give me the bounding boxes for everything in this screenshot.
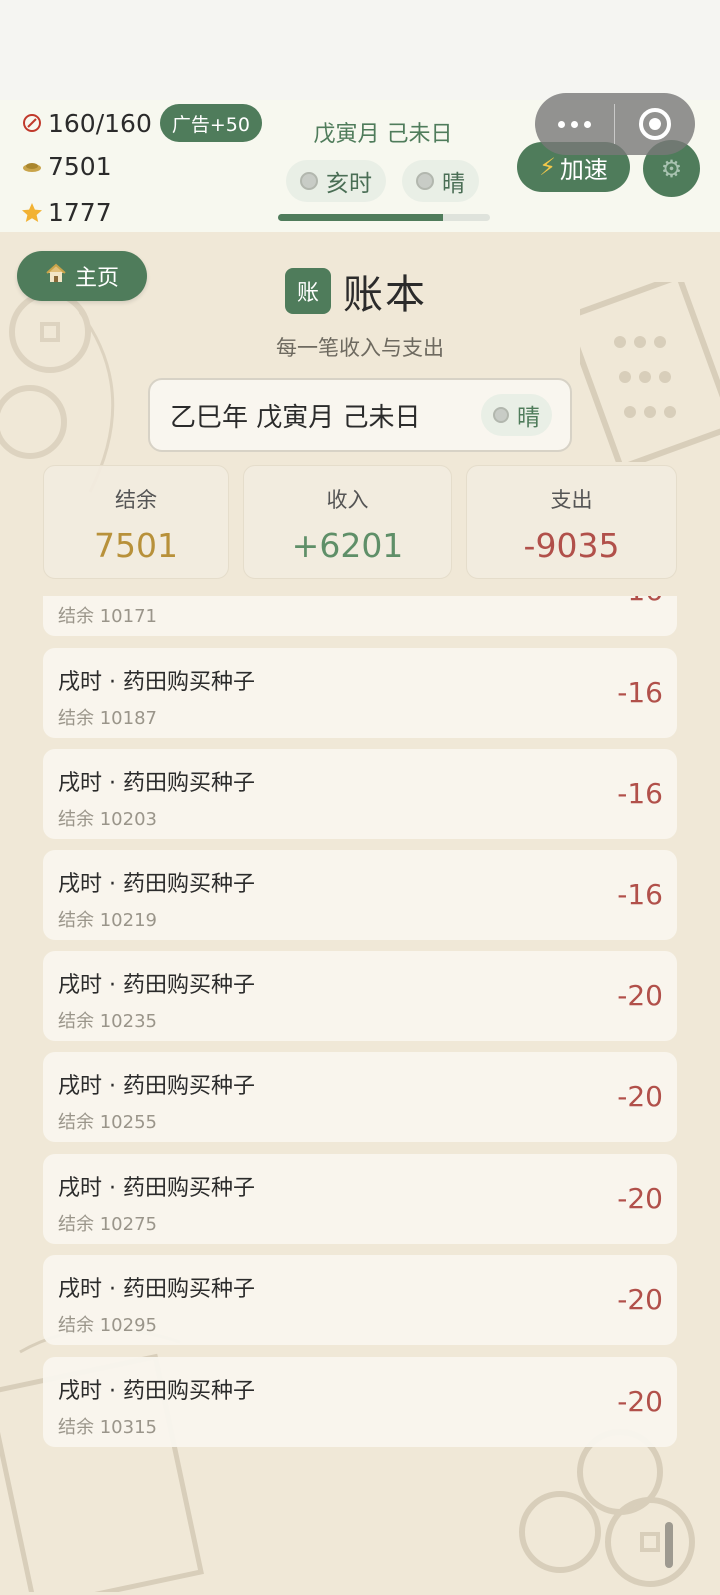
page-title: 账本 xyxy=(343,272,427,318)
list-item[interactable]: 戌时 · 药田购买种子 结余 10255 -20 xyxy=(43,1052,677,1142)
entry-description: 戌时 · 药田购买种子 xyxy=(58,1176,255,1201)
entry-amount: -16 xyxy=(617,596,663,607)
dot-icon xyxy=(558,120,565,128)
weather-icon xyxy=(493,407,509,423)
target-icon xyxy=(639,108,671,140)
hour-label: 亥时 xyxy=(326,171,372,197)
coins-value: 7501 xyxy=(48,152,112,181)
entry-balance: 结余 10187 xyxy=(58,708,157,729)
house-icon xyxy=(45,262,67,290)
dot-icon xyxy=(571,120,578,128)
time-progress-fill xyxy=(278,214,444,221)
more-menu-button[interactable] xyxy=(535,93,614,155)
star-icon xyxy=(20,201,44,225)
coins-display: 7501 xyxy=(20,152,112,181)
home-button[interactable]: 主页 xyxy=(17,251,147,301)
clock-icon xyxy=(300,172,318,190)
stamina-icon xyxy=(20,111,44,135)
abacus-decoration xyxy=(580,282,720,462)
ledger-entry-list[interactable]: 结余 10171 -16 戌时 · 药田购买种子 结余 10187 -16 戌时… xyxy=(43,596,677,1452)
system-top-area xyxy=(0,0,720,100)
entry-balance: 结余 10255 xyxy=(58,1112,157,1133)
home-label: 主页 xyxy=(74,266,119,291)
coin-icon xyxy=(20,155,44,179)
entry-description: 戌时 · 药田购买种子 xyxy=(58,1074,255,1099)
stars-value: 1777 xyxy=(48,198,112,227)
weather-icon xyxy=(416,172,434,190)
income-label: 收入 xyxy=(326,488,369,512)
entry-amount: -20 xyxy=(617,1182,663,1215)
ledger-badge: 账 xyxy=(285,268,331,314)
entry-balance: 结余 10295 xyxy=(58,1315,157,1336)
list-item[interactable]: 戌时 · 药田购买种子 结余 10203 -16 xyxy=(43,749,677,839)
entry-amount: -16 xyxy=(617,878,663,911)
mini-program-capsule xyxy=(535,93,695,155)
date-weather-label: 晴 xyxy=(517,405,540,431)
expense-card: 支出 -9035 xyxy=(466,465,677,579)
stars-display: 1777 xyxy=(20,198,112,227)
expense-value: -9035 xyxy=(523,526,620,565)
date-selector[interactable]: 乙巳年 戊寅月 己未日 晴 xyxy=(148,378,572,452)
entry-balance: 结余 10171 xyxy=(58,606,157,627)
dot-icon xyxy=(584,120,591,128)
entry-balance: 结余 10235 xyxy=(58,1011,157,1032)
entry-description: 戌时 · 药田购买种子 xyxy=(58,872,255,897)
entry-amount: -20 xyxy=(617,1283,663,1316)
balance-label: 结余 xyxy=(115,488,157,512)
income-card: 收入 +6201 xyxy=(243,465,452,579)
page-title-group: 账 账本 xyxy=(285,262,427,320)
entry-description: 戌时 · 药田购买种子 xyxy=(58,973,255,998)
entry-description: 戌时 · 药田购买种子 xyxy=(58,670,255,695)
entry-description: 戌时 · 药田购买种子 xyxy=(58,1277,255,1302)
entry-balance: 结余 10219 xyxy=(58,910,157,931)
stamina-display: 160/160 广告+50 xyxy=(20,104,262,142)
entry-balance: 结余 10203 xyxy=(58,809,157,830)
hour-chip: 亥时 xyxy=(286,160,386,202)
scrollbar[interactable] xyxy=(665,1522,673,1568)
expense-label: 支出 xyxy=(550,488,593,512)
entry-amount: -20 xyxy=(617,979,663,1012)
entry-amount: -20 xyxy=(617,1080,663,1113)
weather-chip: 晴 xyxy=(402,160,479,202)
list-item[interactable]: 戌时 · 药田购买种子 结余 10315 -20 xyxy=(43,1357,677,1447)
date-weather-chip: 晴 xyxy=(481,394,552,436)
income-value: +6201 xyxy=(291,526,404,565)
current-date-title: 戊寅月 己未日 xyxy=(313,122,453,147)
page-subtitle: 每一笔收入与支出 xyxy=(276,336,444,360)
list-item[interactable]: 戌时 · 药田购买种子 结余 10235 -20 xyxy=(43,951,677,1041)
entry-amount: -16 xyxy=(617,777,663,810)
full-date: 乙巳年 戊寅月 己未日 xyxy=(170,402,421,433)
list-item[interactable]: 结余 10171 -16 xyxy=(43,596,677,636)
close-mini-program-button[interactable] xyxy=(615,93,695,155)
balance-card: 结余 7501 xyxy=(43,465,229,579)
balance-value: 7501 xyxy=(94,526,178,565)
lightning-icon: ⚡ xyxy=(539,153,556,181)
weather-label: 晴 xyxy=(442,171,465,197)
entry-amount: -20 xyxy=(617,1385,663,1418)
entry-balance: 结余 10275 xyxy=(58,1214,157,1235)
list-item[interactable]: 戌时 · 药田购买种子 结余 10275 -20 xyxy=(43,1154,677,1244)
entry-balance: 结余 10315 xyxy=(58,1417,157,1438)
list-item[interactable]: 戌时 · 药田购买种子 结余 10295 -20 xyxy=(43,1255,677,1345)
stamina-value: 160/160 xyxy=(48,108,152,138)
entry-description: 戌时 · 药田购买种子 xyxy=(58,771,255,796)
gear-icon: ⚙ xyxy=(660,154,683,183)
list-item[interactable]: 戌时 · 药田购买种子 结余 10219 -16 xyxy=(43,850,677,940)
entry-amount: -16 xyxy=(617,676,663,709)
time-progress-bar xyxy=(278,214,490,221)
ad-bonus-button[interactable]: 广告+50 xyxy=(159,104,262,142)
entry-description: 戌时 · 药田购买种子 xyxy=(58,1379,255,1404)
list-item[interactable]: 戌时 · 药田购买种子 结余 10187 -16 xyxy=(43,648,677,738)
